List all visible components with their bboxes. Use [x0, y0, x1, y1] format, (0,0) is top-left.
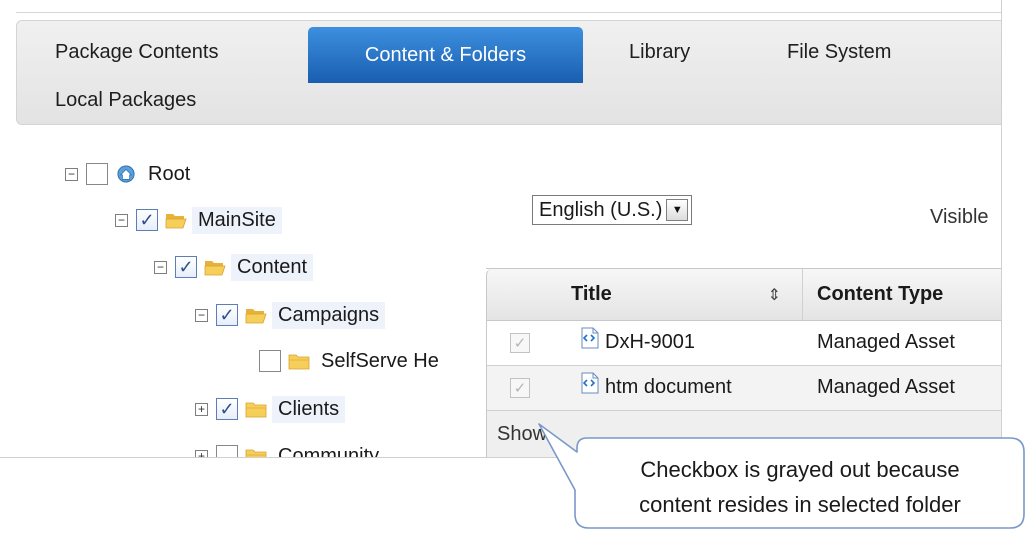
table-row[interactable]: ✓ htm document Managed Asset — [486, 366, 1001, 411]
content-grid: Title ⇕ Content Type ✓ DxH-9001 Managed … — [486, 268, 1001, 457]
package-editor-panel: Package Contents Content & Folders Libra… — [0, 0, 1002, 458]
tree-node-label[interactable]: SelfServe He — [315, 348, 445, 375]
tree-checkbox[interactable] — [216, 445, 238, 457]
callout-text: Checkbox is grayed out because content r… — [580, 452, 1020, 522]
language-selected-value: English (U.S.) — [539, 198, 663, 221]
folder-open-icon — [165, 214, 187, 229]
top-divider — [16, 12, 1001, 13]
collapse-toggle-icon[interactable]: − — [115, 213, 128, 227]
tab-content-folders[interactable]: Content & Folders — [308, 27, 583, 83]
tab-file-system[interactable]: File System — [787, 41, 891, 64]
row-title[interactable]: htm document — [605, 376, 732, 399]
collapse-toggle-icon[interactable]: − — [195, 308, 208, 322]
sort-icon[interactable]: ⇕ — [768, 285, 781, 305]
tab-bar: Package Contents Content & Folders Libra… — [16, 20, 1001, 125]
tab-package-contents[interactable]: Package Contents — [55, 41, 218, 64]
language-select[interactable]: English (U.S.) ▼ — [532, 195, 693, 225]
row-title[interactable]: DxH-9001 — [605, 331, 695, 354]
grid-header: Title ⇕ Content Type — [486, 269, 1001, 321]
tree-node-clients[interactable]: + ✓ Clients — [195, 393, 346, 425]
folder-open-icon — [204, 261, 226, 276]
tree-node-label[interactable]: Content — [231, 253, 314, 281]
tree-node-label[interactable]: Root — [142, 161, 196, 188]
column-header-title[interactable]: Title ⇕ — [571, 269, 801, 320]
tab-library[interactable]: Library — [629, 41, 690, 64]
folder-open-icon — [245, 309, 267, 324]
collapse-toggle-icon[interactable]: − — [154, 260, 167, 274]
collapse-toggle-icon[interactable]: − — [65, 167, 78, 181]
column-content-type-label: Content Type — [817, 283, 944, 305]
callout-line-1: Checkbox is grayed out because — [640, 457, 960, 482]
column-header-content-type[interactable]: Content Type — [817, 269, 1001, 320]
table-row[interactable]: ✓ DxH-9001 Managed Asset — [486, 321, 1001, 366]
html-document-icon — [581, 327, 599, 349]
show-label: Show — [497, 423, 548, 445]
tree-node-root[interactable]: − Root — [65, 158, 196, 190]
tree-node-community[interactable]: + Community — [195, 440, 385, 458]
tree-node-label[interactable]: MainSite — [192, 206, 282, 234]
tree-checkbox[interactable]: ✓ — [175, 256, 197, 278]
callout-line-2: content resides in selected folder — [639, 492, 961, 517]
tree-node-campaigns[interactable]: − ✓ Campaigns — [195, 299, 386, 331]
folder-closed-icon — [245, 449, 267, 457]
tree-checkbox[interactable]: ✓ — [216, 304, 238, 326]
folder-closed-icon — [288, 354, 310, 370]
column-title-label: Title — [571, 283, 612, 305]
tree-checkbox[interactable]: ✓ — [136, 209, 158, 231]
tree-node-label[interactable]: Clients — [272, 395, 346, 423]
row-content-type: Managed Asset — [817, 376, 955, 398]
visible-label: Visible — [930, 206, 989, 228]
tree-node-content[interactable]: − ✓ Content — [154, 251, 314, 283]
tree-checkbox[interactable] — [86, 163, 108, 185]
expand-toggle-icon[interactable]: + — [195, 402, 208, 416]
html-document-icon — [581, 372, 599, 394]
tab-local-packages[interactable]: Local Packages — [55, 89, 196, 112]
expand-toggle-icon[interactable]: + — [195, 449, 208, 457]
tree-node-label[interactable]: Campaigns — [272, 301, 386, 329]
tree-node-mainsite[interactable]: − ✓ MainSite — [115, 204, 282, 236]
tree-node-label[interactable]: Community — [272, 443, 385, 458]
tree-checkbox[interactable]: ✓ — [216, 398, 238, 420]
dropdown-arrow-icon[interactable]: ▼ — [666, 199, 689, 221]
disabled-checkbox: ✓ — [510, 378, 530, 398]
tree-node-selfserve[interactable]: SelfServe He — [238, 345, 445, 377]
row-content-type: Managed Asset — [817, 331, 955, 353]
disabled-checkbox: ✓ — [510, 333, 530, 353]
root-site-icon — [117, 165, 135, 183]
tree-checkbox[interactable] — [259, 350, 281, 372]
grid-footer: Show — [486, 411, 1001, 457]
folder-closed-icon — [245, 402, 267, 418]
